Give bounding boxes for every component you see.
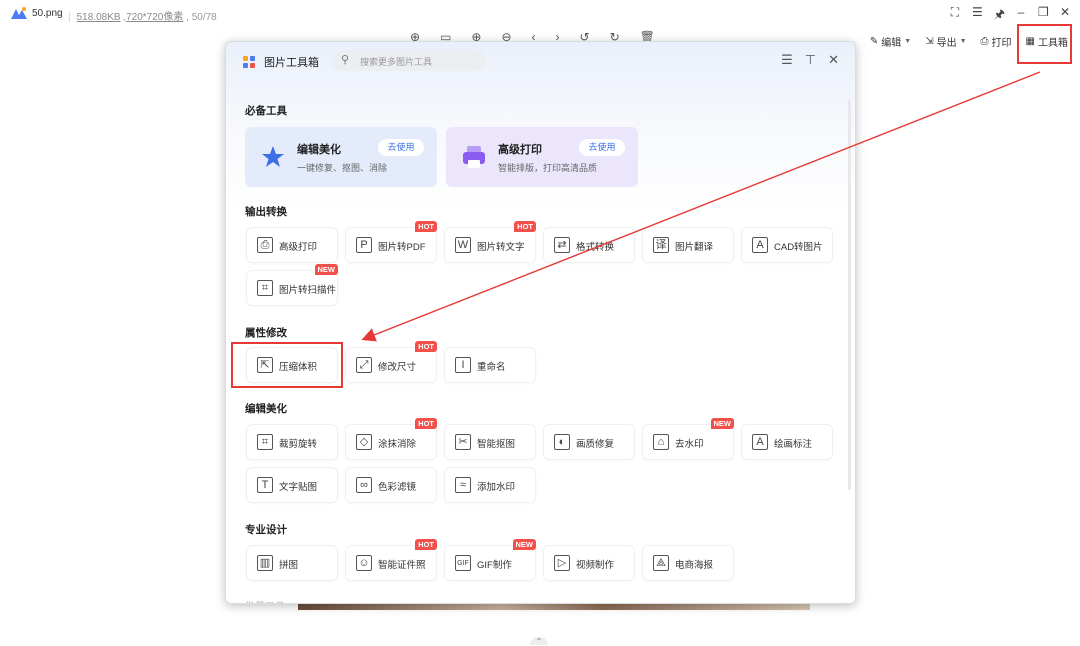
annotation-arrow [361,71,1041,342]
